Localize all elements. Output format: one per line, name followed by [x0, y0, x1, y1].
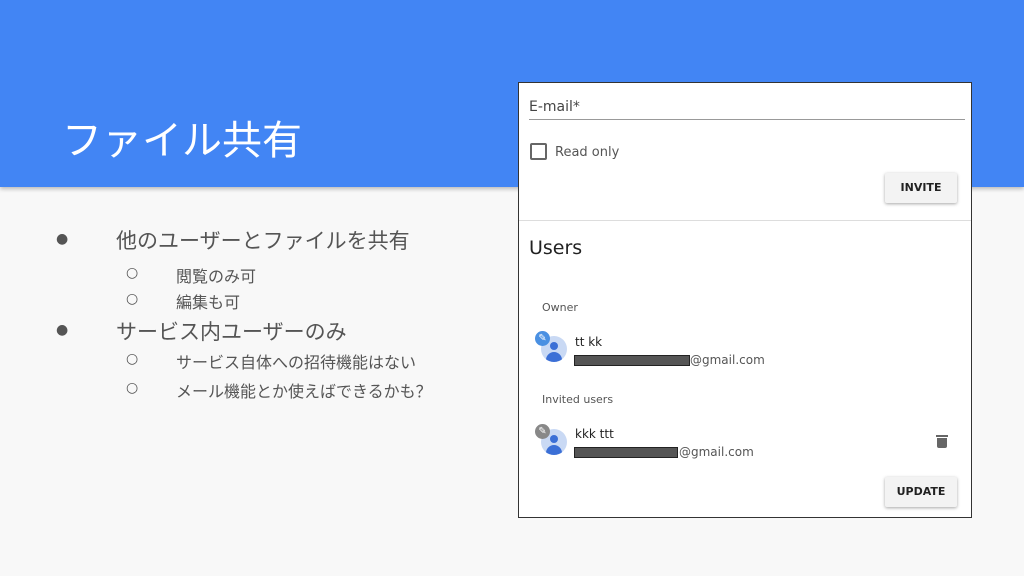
- trash-icon[interactable]: [936, 435, 948, 448]
- email-input[interactable]: E-mail*: [529, 99, 580, 115]
- redacted-email: [574, 355, 690, 366]
- owner-email-suffix: @gmail.com: [690, 353, 765, 367]
- sub-bullet-text: メール機能とか使えばできるかも？: [176, 382, 432, 401]
- redacted-email: [574, 447, 678, 458]
- sub-bullet-mark: ○: [126, 291, 139, 307]
- invited-users-label: Invited users: [542, 393, 614, 406]
- sub-bullet-text: 閲覧のみ可: [176, 267, 257, 286]
- update-button[interactable]: UPDATE: [885, 477, 957, 507]
- invite-button[interactable]: INVITE: [885, 173, 957, 203]
- sub-bullet-mark: ○: [126, 380, 139, 396]
- read-only-checkbox[interactable]: [530, 143, 547, 160]
- owner-name: tt kk: [575, 335, 603, 349]
- pencil-icon[interactable]: ✎: [535, 331, 550, 346]
- divider: [519, 220, 971, 221]
- invited-user-name: kkk ttt: [575, 427, 614, 441]
- trash-lid: [936, 435, 948, 437]
- sub-bullet-mark: ○: [126, 351, 139, 367]
- pencil-icon[interactable]: ✎: [535, 424, 550, 439]
- avatar-head: [550, 435, 558, 443]
- bullet-text: サービス内ユーザーのみ: [116, 320, 347, 344]
- sub-bullet-mark: ○: [126, 265, 139, 281]
- users-heading: Users: [529, 237, 583, 259]
- avatar-body: [546, 352, 562, 362]
- bullet-mark: ●: [56, 322, 69, 338]
- slide-title: ファイル共有: [62, 118, 302, 164]
- trash-can: [937, 438, 947, 448]
- avatar-body: [546, 445, 562, 455]
- avatar-head: [550, 342, 558, 350]
- invited-user-email-suffix: @gmail.com: [679, 445, 754, 459]
- read-only-label[interactable]: Read only: [555, 145, 619, 160]
- email-underline: [529, 119, 965, 120]
- bullet-mark: ●: [56, 231, 69, 247]
- share-panel: E-mail* Read only INVITE Users Owner ✎ t…: [518, 82, 972, 518]
- owner-label: Owner: [542, 301, 578, 314]
- sub-bullet-text: サービス自体への招待機能はない: [176, 353, 417, 372]
- sub-bullet-text: 編集も可: [176, 293, 241, 312]
- bullet-text: 他のユーザーとファイルを共有: [116, 229, 410, 253]
